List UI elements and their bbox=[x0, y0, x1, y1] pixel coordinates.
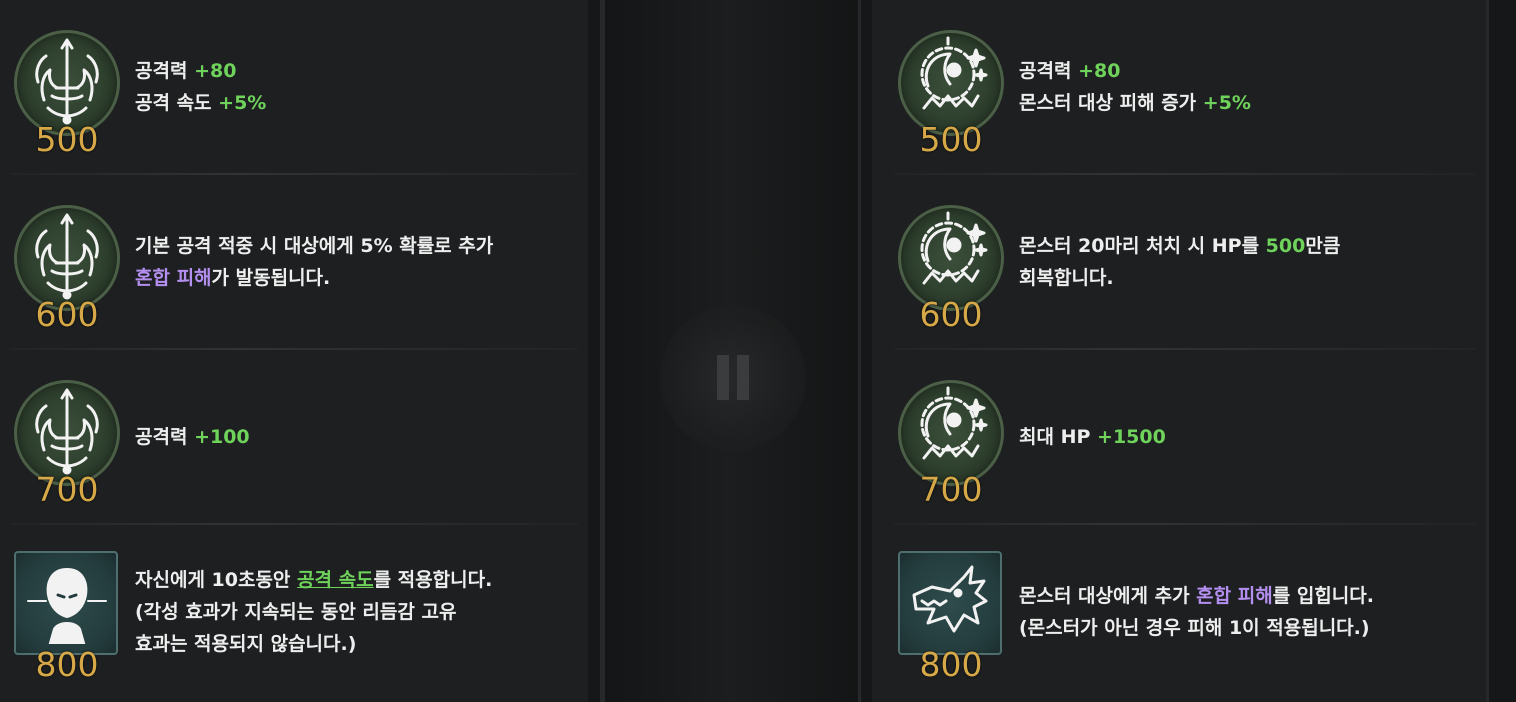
description-line: 공격력 +100 bbox=[135, 421, 250, 453]
description-text: (몬스터가 아닌 경우 피해 1이 적용됩니다.) bbox=[1019, 617, 1370, 639]
description-line: 공격력 +80 bbox=[135, 55, 266, 87]
divider-line bbox=[1486, 0, 1489, 702]
skill-cost: 600 bbox=[35, 295, 99, 334]
right-skill-row[interactable]: 800 몬스터 대상에게 추가 혼합 피해를 입힙니다. (몬스터가 아닌 경우 피… bbox=[884, 525, 1486, 700]
skill-description: 기본 공격 적중 시 대상에게 5% 확률로 추가혼합 피해가 발동됩니다. bbox=[135, 230, 493, 294]
description-text: 최대 HP bbox=[1019, 426, 1098, 448]
right-skill-row[interactable]: 500 공격력 +80 몬스터 대상 피해 증가 +5% bbox=[884, 0, 1486, 175]
description-text: 가 발동됩니다. bbox=[211, 267, 331, 289]
skill-description: 공격력 +80 공격 속도 +5% bbox=[135, 55, 266, 119]
description-line: 몬스터 대상에게 추가 혼합 피해를 입힙니다. bbox=[1019, 580, 1374, 612]
stat-value: +5% bbox=[218, 92, 267, 114]
skill-cost: 800 bbox=[35, 645, 99, 684]
dragon-head-icon bbox=[898, 551, 1002, 655]
description-line: (각성 효과가 지속되는 동안 리듬감 고유 bbox=[135, 596, 492, 628]
stat-value: +1500 bbox=[1097, 426, 1166, 448]
pause-button[interactable] bbox=[660, 305, 806, 451]
description-line: 몬스터 대상 피해 증가 +5% bbox=[1019, 87, 1251, 119]
description-text: 공격력 bbox=[135, 60, 195, 82]
description-line: 회복합니다. bbox=[1019, 262, 1340, 294]
description-text: 공격력 bbox=[135, 426, 195, 448]
awakened-face-icon bbox=[14, 551, 118, 655]
description-line: 공격력 +80 bbox=[1019, 55, 1251, 87]
description-text: 자신에게 10초동안 bbox=[135, 569, 298, 591]
divider-line bbox=[602, 0, 605, 702]
stat-value: 500 bbox=[1265, 235, 1306, 257]
left-skill-row[interactable]: 500 공격력 +80 공격 속도 +5% bbox=[0, 0, 588, 175]
stat-value: +5% bbox=[1202, 92, 1251, 114]
divider-line bbox=[858, 0, 861, 702]
description-line: 최대 HP +1500 bbox=[1019, 421, 1166, 453]
description-text: (각성 효과가 지속되는 동안 리듬감 고유 bbox=[135, 601, 457, 623]
description-text: 공격력 bbox=[1019, 60, 1079, 82]
skill-description: 공격력 +80 몬스터 대상 피해 증가 +5% bbox=[1019, 55, 1251, 119]
stat-value: +100 bbox=[194, 426, 250, 448]
stat-value: +80 bbox=[194, 60, 237, 82]
skill-cost: 500 bbox=[35, 120, 99, 159]
skill-cost: 700 bbox=[35, 470, 99, 509]
description-text: 만큼 bbox=[1305, 235, 1341, 257]
skill-description: 최대 HP +1500 bbox=[1019, 421, 1166, 453]
description-line: 효과는 적용되지 않습니다.) bbox=[135, 628, 492, 660]
stat-value: +80 bbox=[1078, 60, 1121, 82]
description-line: 자신에게 10초동안 공격 속도를 적용합니다. bbox=[135, 564, 492, 596]
skill-description: 자신에게 10초동안 공격 속도를 적용합니다. (각성 효과가 지속되는 동안 … bbox=[135, 564, 492, 660]
skill-cost: 800 bbox=[919, 645, 983, 684]
left-skill-row[interactable]: 600 기본 공격 적중 시 대상에게 5% 확률로 추가혼합 피해가 발동됩니다… bbox=[0, 175, 588, 350]
description-text: 를 적용합니다. bbox=[373, 569, 493, 591]
description-line: 공격 속도 +5% bbox=[135, 87, 266, 119]
skill-cost: 500 bbox=[919, 120, 983, 159]
description-line: 혼합 피해가 발동됩니다. bbox=[135, 262, 493, 294]
skill-cost: 700 bbox=[919, 470, 983, 509]
keyword-highlight[interactable]: 공격 속도 bbox=[297, 569, 374, 591]
description-text: 를 입힙니다. bbox=[1272, 585, 1374, 607]
description-line: 기본 공격 적중 시 대상에게 5% 확률로 추가 bbox=[135, 230, 493, 262]
keyword-highlight: 혼합 피해 bbox=[135, 267, 212, 289]
description-text: 효과는 적용되지 않습니다.) bbox=[135, 633, 357, 655]
left-skill-row[interactable]: 800 자신에게 10초동안 공격 속도를 적용합니다. (각성 효과가 지속되는 … bbox=[0, 525, 588, 700]
description-text: 몬스터 대상 피해 증가 bbox=[1019, 92, 1203, 114]
description-text: 몬스터 20마리 처치 시 HP를 bbox=[1019, 235, 1266, 257]
right-skill-row[interactable]: 600 몬스터 20마리 처치 시 HP를 500만큼회복합니다. bbox=[884, 175, 1486, 350]
description-text: 몬스터 대상에게 추가 bbox=[1019, 585, 1197, 607]
skill-description: 몬스터 20마리 처치 시 HP를 500만큼회복합니다. bbox=[1019, 230, 1340, 294]
skill-description: 몬스터 대상에게 추가 혼합 피해를 입힙니다. (몬스터가 아닌 경우 피해 1… bbox=[1019, 580, 1374, 644]
description-text: 회복합니다. bbox=[1019, 267, 1114, 289]
keyword-highlight: 혼합 피해 bbox=[1196, 585, 1273, 607]
description-text: 기본 공격 적중 시 대상에게 5% 확률로 추가 bbox=[135, 235, 494, 257]
right-skill-row[interactable]: 700 최대 HP +1500 bbox=[884, 350, 1486, 525]
description-text: 공격 속도 bbox=[135, 92, 219, 114]
skill-cost: 600 bbox=[919, 295, 983, 334]
skill-description: 공격력 +100 bbox=[135, 421, 250, 453]
description-line: (몬스터가 아닌 경우 피해 1이 적용됩니다.) bbox=[1019, 612, 1374, 644]
left-skill-row[interactable]: 700 공격력 +100 bbox=[0, 350, 588, 525]
description-line: 몬스터 20마리 처치 시 HP를 500만큼 bbox=[1019, 230, 1340, 262]
